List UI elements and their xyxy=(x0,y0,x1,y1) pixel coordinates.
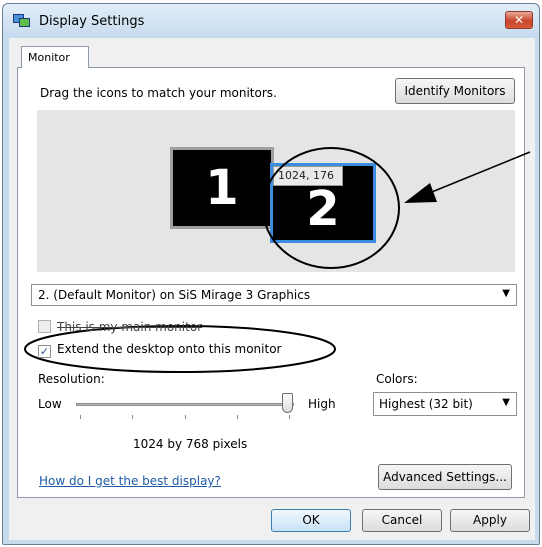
colors-label: Colors: xyxy=(376,372,418,386)
ok-button[interactable]: OK xyxy=(271,509,351,532)
window-title: Display Settings xyxy=(39,14,145,29)
slider-tick xyxy=(185,415,186,419)
main-monitor-label: This is my main monitor xyxy=(57,320,203,334)
resolution-label: Resolution: xyxy=(38,372,105,386)
resolution-slider-thumb[interactable] xyxy=(282,393,293,413)
tab-monitor[interactable]: Monitor xyxy=(21,46,89,68)
slider-tick xyxy=(289,415,290,419)
drag-instruction: Drag the icons to match your monitors. xyxy=(40,86,277,100)
identify-monitors-button[interactable]: Identify Monitors xyxy=(395,78,515,104)
colors-select[interactable]: Highest (32 bit) ▼ xyxy=(373,392,517,416)
resolution-slider-track[interactable] xyxy=(76,403,294,406)
position-tooltip: 1024, 176 xyxy=(273,166,343,186)
close-button[interactable]: ✕ xyxy=(505,11,533,29)
resolution-value: 1024 by 768 pixels xyxy=(133,437,248,451)
slider-tick xyxy=(237,415,238,419)
resolution-low-label: Low xyxy=(38,397,62,411)
extend-desktop-checkbox[interactable]: ✓ xyxy=(38,345,51,358)
colors-select-value: Highest (32 bit) xyxy=(379,397,473,411)
extend-desktop-label: Extend the desktop onto this monitor xyxy=(57,342,282,356)
advanced-settings-button[interactable]: Advanced Settings... xyxy=(378,464,512,490)
best-display-help-link[interactable]: How do I get the best display? xyxy=(39,474,221,488)
dropdown-arrow-icon: ▼ xyxy=(502,397,510,408)
main-monitor-row[interactable]: This is my main monitor xyxy=(38,320,202,334)
slider-tick xyxy=(80,415,81,419)
main-monitor-checkbox[interactable] xyxy=(38,320,51,333)
monitor-select-value: 2. (Default Monitor) on SiS Mirage 3 Gra… xyxy=(38,288,311,302)
display-settings-icon xyxy=(13,14,30,27)
cancel-button[interactable]: Cancel xyxy=(362,509,442,532)
slider-tick xyxy=(132,415,133,419)
monitor-select[interactable]: 2. (Default Monitor) on SiS Mirage 3 Gra… xyxy=(31,284,517,306)
resolution-high-label: High xyxy=(308,397,336,411)
monitor-1-icon[interactable]: 1 xyxy=(170,147,274,229)
extend-desktop-row[interactable]: ✓ Extend the desktop onto this monitor xyxy=(38,342,281,358)
apply-button[interactable]: Apply xyxy=(450,509,530,532)
title-bar[interactable]: Display Settings ✕ xyxy=(3,4,539,38)
dropdown-arrow-icon: ▼ xyxy=(502,288,510,299)
